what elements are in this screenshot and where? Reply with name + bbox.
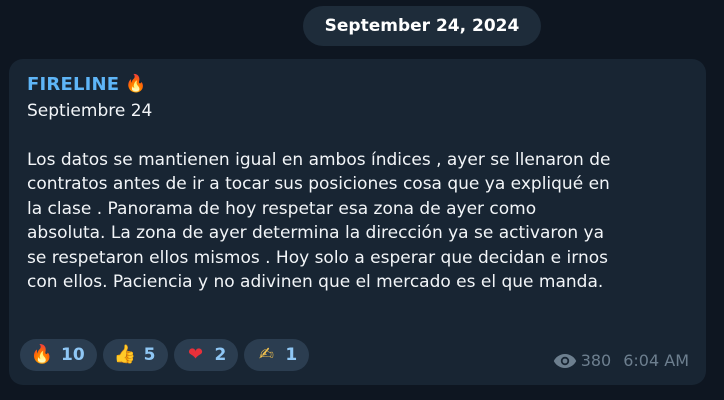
reaction-count: 10 [61, 345, 85, 365]
sender-name[interactable]: FIRELINE [27, 74, 119, 95]
reaction-heart[interactable]: ❤ 2 [173, 339, 239, 371]
eye-icon [553, 353, 576, 368]
message-bubble[interactable]: FIRELINE 🔥 Septiembre 24 Los datos se ma… [9, 59, 706, 385]
message-line: absoluta. La zona de ayer determina la d… [27, 223, 605, 243]
reactions-bar: 🔥 10 👍 5 ❤ 2 ✍ 1 [20, 339, 310, 371]
reaction-count: 5 [143, 345, 156, 365]
reaction-count: 1 [285, 345, 298, 365]
message-line: la clase . Panorama de hoy respetar esa … [27, 198, 537, 219]
message-subtitle: Septiembre 24 [27, 101, 153, 121]
message-line: Los datos se mantienen igual en ambos ín… [27, 149, 611, 170]
reaction-count: 2 [214, 345, 227, 365]
message-meta: 380 6:04 AM [553, 351, 689, 370]
fire-icon: 🔥 [125, 73, 147, 94]
message-text: Los datos se mantienen igual en ambos ín… [27, 148, 688, 295]
thumbs-up-icon: 👍 [113, 344, 136, 365]
message-time: 6:04 AM [623, 351, 689, 370]
writing-hand-icon: ✍ [258, 344, 274, 365]
message-line: contratos antes de ir a tocar sus posici… [27, 174, 610, 194]
message-line: se respetaron ellos mismos . Hoy solo a … [27, 247, 608, 268]
view-count: 380 [580, 351, 612, 370]
message-line: con ellos. Paciencia y no adivinen que e… [27, 272, 604, 292]
reaction-thumbs-up[interactable]: 👍 5 [102, 339, 168, 371]
date-separator: September 24, 2024 [303, 6, 541, 46]
fire-icon: 🔥 [30, 344, 54, 365]
heart-icon: ❤ [187, 344, 204, 365]
message-header: FIRELINE 🔥 [27, 71, 688, 97]
reaction-fire[interactable]: 🔥 10 [20, 339, 97, 371]
reaction-writing-hand[interactable]: ✍ 1 [244, 339, 310, 371]
